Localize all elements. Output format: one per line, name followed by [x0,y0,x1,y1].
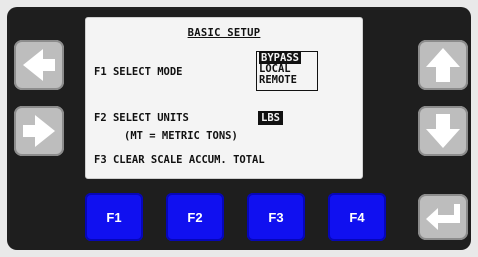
f4-button[interactable]: F4 [328,193,386,241]
f3-clear-total-label: F3 CLEAR SCALE ACCUM. TOTAL [94,154,265,166]
f2-button[interactable]: F2 [166,193,224,241]
f2-select-units-label: F2 SELECT UNITS [94,112,189,124]
mode-options-list[interactable]: BYPASS LOCAL REMOTE [256,51,318,91]
units-note: (MT = METRIC TONS) [124,130,238,142]
f1-select-mode-label: F1 SELECT MODE [94,66,183,78]
units-value[interactable]: LBS [258,111,283,125]
up-arrow-button[interactable] [418,40,468,90]
arrow-up-icon [426,48,460,82]
arrow-down-icon [426,114,460,148]
right-arrow-button[interactable] [14,106,64,156]
enter-button[interactable] [418,194,468,240]
arrow-right-icon [23,115,55,147]
screen-title: BASIC SETUP [187,27,261,39]
mode-option-remote[interactable]: REMOTE [259,74,297,86]
down-arrow-button[interactable] [418,106,468,156]
left-arrow-button[interactable] [14,40,64,90]
f1-button[interactable]: F1 [85,193,143,241]
lcd-screen: BASIC SETUP F1 SELECT MODE BYPASS LOCAL … [85,17,363,179]
f3-button[interactable]: F3 [247,193,305,241]
enter-icon [426,204,460,230]
arrow-left-icon [23,49,55,81]
